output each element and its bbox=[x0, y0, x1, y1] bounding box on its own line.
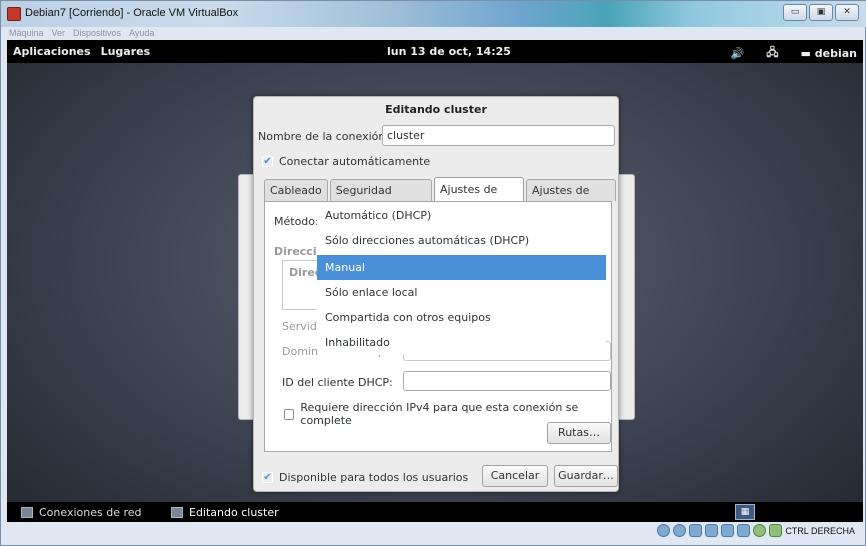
volume-icon[interactable]: 🔊 bbox=[731, 47, 745, 60]
network-icon[interactable]: 🖧 bbox=[766, 44, 778, 63]
network-window-icon bbox=[171, 506, 183, 518]
addresses-table[interactable]: Direcci bbox=[282, 260, 332, 310]
host-key-label: CTRL DERECHA bbox=[785, 525, 855, 536]
method-dropdown-list: Automático (DHCP) Sólo direcciones autom… bbox=[317, 203, 606, 355]
gnome-bottom-panel: Conexiones de red Editando cluster ▦ bbox=[7, 502, 863, 522]
auto-connect-checkbox[interactable]: ✔ Conectar automáticamente bbox=[262, 155, 430, 168]
checkmark-icon: ✔ bbox=[262, 472, 273, 483]
user-menu[interactable]: ▬ debian bbox=[801, 47, 857, 60]
host-window-title: Debian7 [Corriendo] - Oracle VM VirtualB… bbox=[25, 7, 239, 19]
display-icon[interactable] bbox=[737, 524, 751, 537]
menu-maquina[interactable]: Máquina bbox=[9, 28, 44, 39]
method-option-manual[interactable]: Manual bbox=[317, 255, 606, 280]
connection-name-label: Nombre de la conexión: bbox=[258, 130, 390, 143]
connection-name-input[interactable]: cluster bbox=[382, 125, 615, 146]
tab-ipv6[interactable]: Ajustes de IPv6 bbox=[526, 179, 617, 218]
dialog-title: Editando cluster bbox=[385, 103, 487, 116]
task-label: Editando cluster bbox=[189, 505, 279, 519]
tab-ipv4[interactable]: Ajustes de IPv4 bbox=[433, 177, 524, 219]
method-option-disabled[interactable]: Inhabilitado bbox=[317, 330, 606, 355]
method-option-automatic[interactable]: Automático (DHCP) bbox=[317, 203, 606, 228]
host-statusbar: CTRL DERECHA bbox=[7, 522, 863, 542]
network-window-icon bbox=[21, 506, 33, 518]
checkmark-icon: ✔ bbox=[262, 156, 273, 167]
dhcp-client-id-input[interactable] bbox=[403, 371, 611, 391]
shared-folders-icon[interactable] bbox=[721, 524, 735, 537]
cancel-button[interactable]: Cancelar bbox=[482, 465, 548, 487]
tab-cableado[interactable]: Cableado bbox=[264, 179, 328, 201]
all-users-label: Disponible para todos los usuarios bbox=[279, 471, 469, 484]
routes-button[interactable]: Rutas… bbox=[547, 422, 611, 444]
method-label: Método: bbox=[274, 215, 319, 228]
harddisk-icon[interactable] bbox=[657, 524, 671, 537]
close-button[interactable]: ✕ bbox=[835, 4, 859, 21]
virtualbox-icon bbox=[7, 7, 21, 21]
all-users-checkbox[interactable]: ✔ Disponible para todos los usuarios bbox=[262, 471, 468, 484]
virtualbox-window: Debian7 [Corriendo] - Oracle VM VirtualB… bbox=[0, 0, 866, 546]
method-option-link-local[interactable]: Sólo enlace local bbox=[317, 280, 606, 305]
save-button[interactable]: Guardar… bbox=[554, 465, 618, 487]
optical-drive-icon[interactable] bbox=[673, 524, 687, 537]
workspace-switcher[interactable]: ▦ bbox=[735, 504, 755, 520]
menu-dispositivos[interactable]: Dispositivos bbox=[73, 28, 121, 39]
usb-icon[interactable] bbox=[689, 524, 703, 537]
maximize-button[interactable]: ▣ bbox=[809, 4, 833, 21]
network-adapter-icon[interactable] bbox=[705, 524, 719, 537]
task-editing-cluster[interactable]: Editando cluster bbox=[171, 504, 279, 520]
host-menubar: Máquina Ver Dispositivos Ayuda bbox=[7, 28, 863, 39]
task-label: Conexiones de red bbox=[39, 505, 142, 519]
auto-connect-label: Conectar automáticamente bbox=[279, 155, 431, 168]
menu-ayuda[interactable]: Ayuda bbox=[129, 28, 154, 39]
capture-icon[interactable] bbox=[753, 524, 767, 537]
keyboard-capture-icon[interactable] bbox=[769, 524, 783, 537]
places-menu[interactable]: Lugares bbox=[101, 45, 151, 58]
settings-tabs: Cableado Seguridad 802.1x Ajustes de IPv… bbox=[264, 177, 618, 219]
host-titlebar[interactable]: Debian7 [Corriendo] - Oracle VM VirtualB… bbox=[1, 1, 866, 27]
chat-icon: ▬ bbox=[800, 47, 815, 60]
dhcp-client-id-label: ID del cliente DHCP: bbox=[282, 376, 393, 389]
method-option-automatic-addresses[interactable]: Sólo direcciones automáticas (DHCP) bbox=[317, 228, 606, 253]
checkbox-icon bbox=[284, 408, 295, 420]
applications-menu[interactable]: Aplicaciones bbox=[13, 45, 91, 58]
user-name: debian bbox=[814, 47, 857, 60]
menu-ver[interactable]: Ver bbox=[52, 28, 66, 39]
task-network-connections[interactable]: Conexiones de red bbox=[21, 504, 142, 520]
method-option-shared[interactable]: Compartida con otros equipos bbox=[317, 305, 606, 330]
clock[interactable]: lun 13 de oct, 14:25 bbox=[387, 45, 511, 58]
guest-desktop: Aplicaciones Lugares lun 13 de oct, 14:2… bbox=[7, 40, 863, 534]
gnome-top-panel: Aplicaciones Lugares lun 13 de oct, 14:2… bbox=[7, 40, 863, 63]
minimize-button[interactable]: ▭ bbox=[783, 4, 807, 21]
tab-seguridad[interactable]: Seguridad 802.1x bbox=[329, 179, 432, 218]
